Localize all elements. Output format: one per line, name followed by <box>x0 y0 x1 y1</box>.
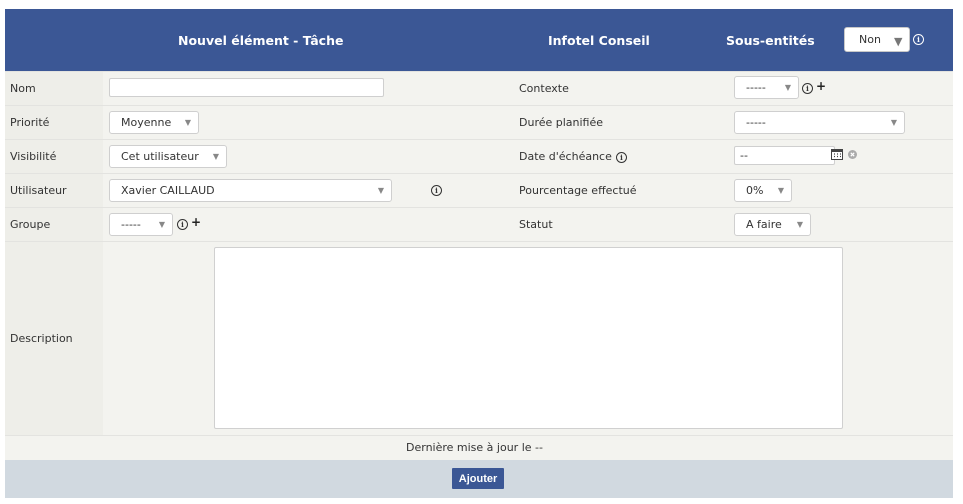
description-textarea[interactable] <box>214 247 843 429</box>
last-update-text: Dernière mise à jour le -- <box>406 441 543 454</box>
subentities-label: Sous-entités <box>726 33 815 48</box>
chevron-down-icon: ▼ <box>777 186 784 195</box>
duree-value: ----- <box>746 116 766 129</box>
description-label: Description <box>10 332 73 345</box>
nom-input[interactable] <box>109 78 384 97</box>
contexte-value: ----- <box>746 81 766 94</box>
visibilite-label: Visibilité <box>10 150 57 163</box>
utilisateur-value: Xavier CAILLAUD <box>121 184 215 197</box>
chevron-down-icon: ▼ <box>894 35 903 48</box>
add-icon[interactable]: + <box>816 79 826 93</box>
priorite-select[interactable]: Moyenne ▼ <box>109 111 199 134</box>
contexte-label: Contexte <box>519 82 569 95</box>
nom-label: Nom <box>10 82 36 95</box>
duree-select[interactable]: ----- ▼ <box>734 111 905 134</box>
calendar-icon[interactable] <box>831 148 843 160</box>
visibilite-value: Cet utilisateur <box>121 150 199 163</box>
chevron-down-icon: ▼ <box>890 118 897 127</box>
chevron-down-icon: ▼ <box>784 83 791 92</box>
priorite-label: Priorité <box>10 116 50 129</box>
pourcentage-value: 0% <box>746 184 764 197</box>
chevron-down-icon: ▼ <box>796 220 803 229</box>
add-icon[interactable]: + <box>191 215 201 229</box>
priorite-value: Moyenne <box>121 116 172 129</box>
groupe-value: ----- <box>121 218 141 231</box>
duree-label: Durée planifiée <box>519 116 604 129</box>
contexte-select[interactable]: ----- ▼ <box>734 76 799 99</box>
info-icon[interactable]: i <box>431 185 442 196</box>
chevron-down-icon: ▼ <box>184 118 191 127</box>
task-form: Nouvel élément - Tâche Infotel Conseil S… <box>5 9 953 498</box>
echeance-label: Date d'échéance <box>519 150 612 163</box>
chevron-down-icon: ▼ <box>212 152 219 161</box>
subentities-select[interactable]: Non ▼ <box>844 27 910 52</box>
subentities-value: Non <box>859 33 881 46</box>
echeance-input[interactable] <box>734 146 835 165</box>
info-icon[interactable]: i <box>802 83 813 94</box>
utilisateur-select[interactable]: Xavier CAILLAUD ▼ <box>109 179 392 202</box>
entity-name: Infotel Conseil <box>548 33 650 48</box>
statut-select[interactable]: A faire ▼ <box>734 213 811 236</box>
statut-value: A faire <box>746 218 782 231</box>
clear-icon[interactable] <box>848 150 857 159</box>
chevron-down-icon: ▼ <box>377 186 384 195</box>
chevron-down-icon: ▼ <box>158 220 165 229</box>
form-header: Nouvel élément - Tâche Infotel Conseil S… <box>5 9 953 71</box>
info-icon[interactable]: i <box>913 34 924 45</box>
pourcentage-label: Pourcentage effectué <box>519 184 637 197</box>
utilisateur-label: Utilisateur <box>10 184 67 197</box>
pourcentage-select[interactable]: 0% ▼ <box>734 179 792 202</box>
statut-label: Statut <box>519 218 553 231</box>
add-button[interactable]: Ajouter <box>452 468 504 489</box>
visibilite-select[interactable]: Cet utilisateur ▼ <box>109 145 227 168</box>
form-footer: Ajouter <box>5 460 953 498</box>
groupe-label: Groupe <box>10 218 51 231</box>
groupe-select[interactable]: ----- ▼ <box>109 213 173 236</box>
info-icon[interactable]: i <box>616 152 627 163</box>
info-icon[interactable]: i <box>177 219 188 230</box>
form-title: Nouvel élément - Tâche <box>178 33 344 48</box>
